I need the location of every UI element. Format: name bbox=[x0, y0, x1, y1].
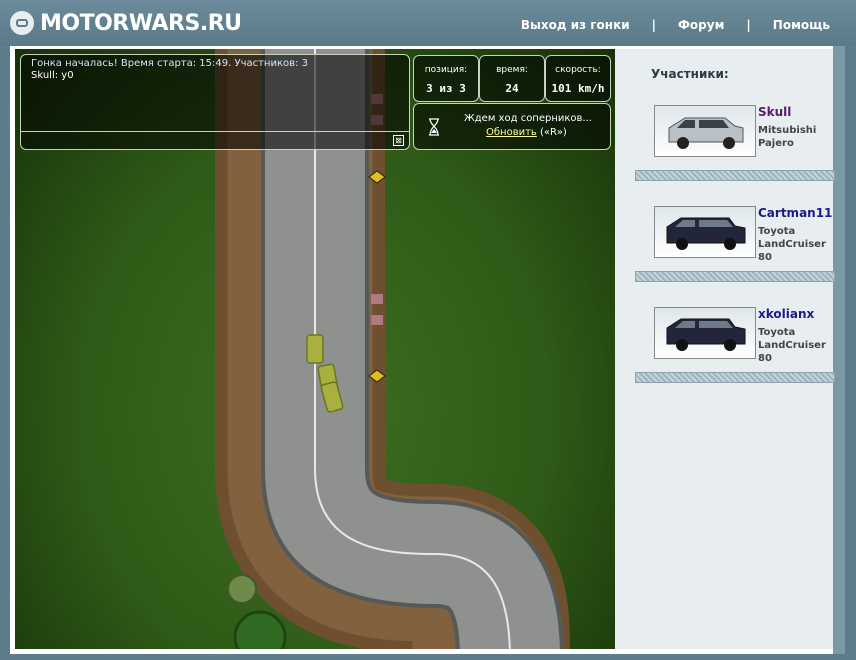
trackside-post bbox=[371, 294, 383, 304]
car-logo-icon bbox=[10, 11, 34, 35]
exit-race-link[interactable]: Выход из гонки bbox=[521, 18, 630, 32]
tree-icon bbox=[233, 610, 287, 649]
stat-label: позиция: bbox=[424, 65, 468, 75]
participants-title: Участники: bbox=[651, 67, 729, 81]
top-nav: Выход из гонки | Форум | Помощь bbox=[521, 18, 830, 32]
car-thumbnail bbox=[654, 206, 756, 258]
stat-label: скорость: bbox=[555, 65, 601, 75]
chat-message: Skull: у0 bbox=[31, 70, 74, 81]
hourglass-icon bbox=[429, 118, 439, 136]
participants-sidebar: Участники: Skull Mitsubishi Pajero Cartm… bbox=[615, 49, 835, 649]
divider-bar bbox=[635, 271, 835, 282]
speed-stat: скорость: 101 km/h bbox=[545, 55, 611, 102]
header: MOTORWARS.RU Выход из гонки | Форум | По… bbox=[0, 0, 856, 46]
participant-name[interactable]: Skull bbox=[758, 105, 791, 119]
logo-text: MOTORWARS.RU bbox=[40, 10, 242, 36]
stat-value: 3 из 3 bbox=[426, 82, 466, 95]
close-icon[interactable]: ⊠ bbox=[393, 135, 404, 146]
trackside-post bbox=[371, 315, 383, 325]
car-thumbnail bbox=[654, 105, 756, 157]
participant-car-model: Mitsubishi Pajero bbox=[758, 125, 817, 149]
participant-name[interactable]: xkolianx bbox=[758, 307, 814, 321]
chat-input[interactable]: ⊠ bbox=[21, 131, 409, 149]
divider-bar bbox=[635, 170, 835, 181]
suv-icon bbox=[668, 117, 744, 149]
participant-card[interactable]: Skull Mitsubishi Pajero bbox=[654, 105, 844, 165]
nav-separator: | bbox=[651, 18, 657, 32]
participant-card[interactable]: xkolianx Toyota LandCruiser 80 bbox=[654, 307, 844, 367]
suv-icon bbox=[666, 318, 746, 351]
logo[interactable]: MOTORWARS.RU bbox=[10, 9, 242, 37]
car-marker-1[interactable] bbox=[306, 334, 324, 364]
divider-bar bbox=[635, 372, 835, 383]
stat-value: 101 km/h bbox=[551, 82, 605, 95]
refresh-link[interactable]: Обновить bbox=[486, 127, 537, 138]
participant-name[interactable]: Cartman11 bbox=[758, 206, 832, 220]
suv-icon bbox=[666, 217, 746, 250]
car-thumbnail bbox=[654, 307, 756, 359]
stat-label: время: bbox=[496, 65, 528, 75]
wait-panel: Ждем ход соперников... Обновить («R») bbox=[413, 103, 611, 150]
position-stat: позиция: 3 из 3 bbox=[413, 55, 479, 102]
participant-car-model: Toyota LandCruiser 80 bbox=[758, 226, 826, 263]
nav-separator: | bbox=[746, 18, 751, 32]
wait-text: Ждем ход соперников... bbox=[464, 113, 592, 124]
forum-link[interactable]: Форум bbox=[678, 18, 724, 32]
chat-panel: Гонка началась! Время старта: 15:49. Уча… bbox=[20, 54, 410, 150]
participant-car-model: Toyota LandCruiser 80 bbox=[758, 327, 826, 364]
stat-value: 24 bbox=[505, 82, 519, 95]
refresh-hotkey: («R») bbox=[540, 127, 567, 138]
bush-icon bbox=[227, 574, 257, 604]
help-link[interactable]: Помощь bbox=[773, 18, 830, 32]
chat-message: Гонка началась! Время старта: 15:49. Уча… bbox=[31, 58, 308, 69]
time-stat: время: 24 bbox=[479, 55, 545, 102]
participant-card[interactable]: Cartman11 Toyota LandCruiser 80 bbox=[654, 206, 844, 266]
